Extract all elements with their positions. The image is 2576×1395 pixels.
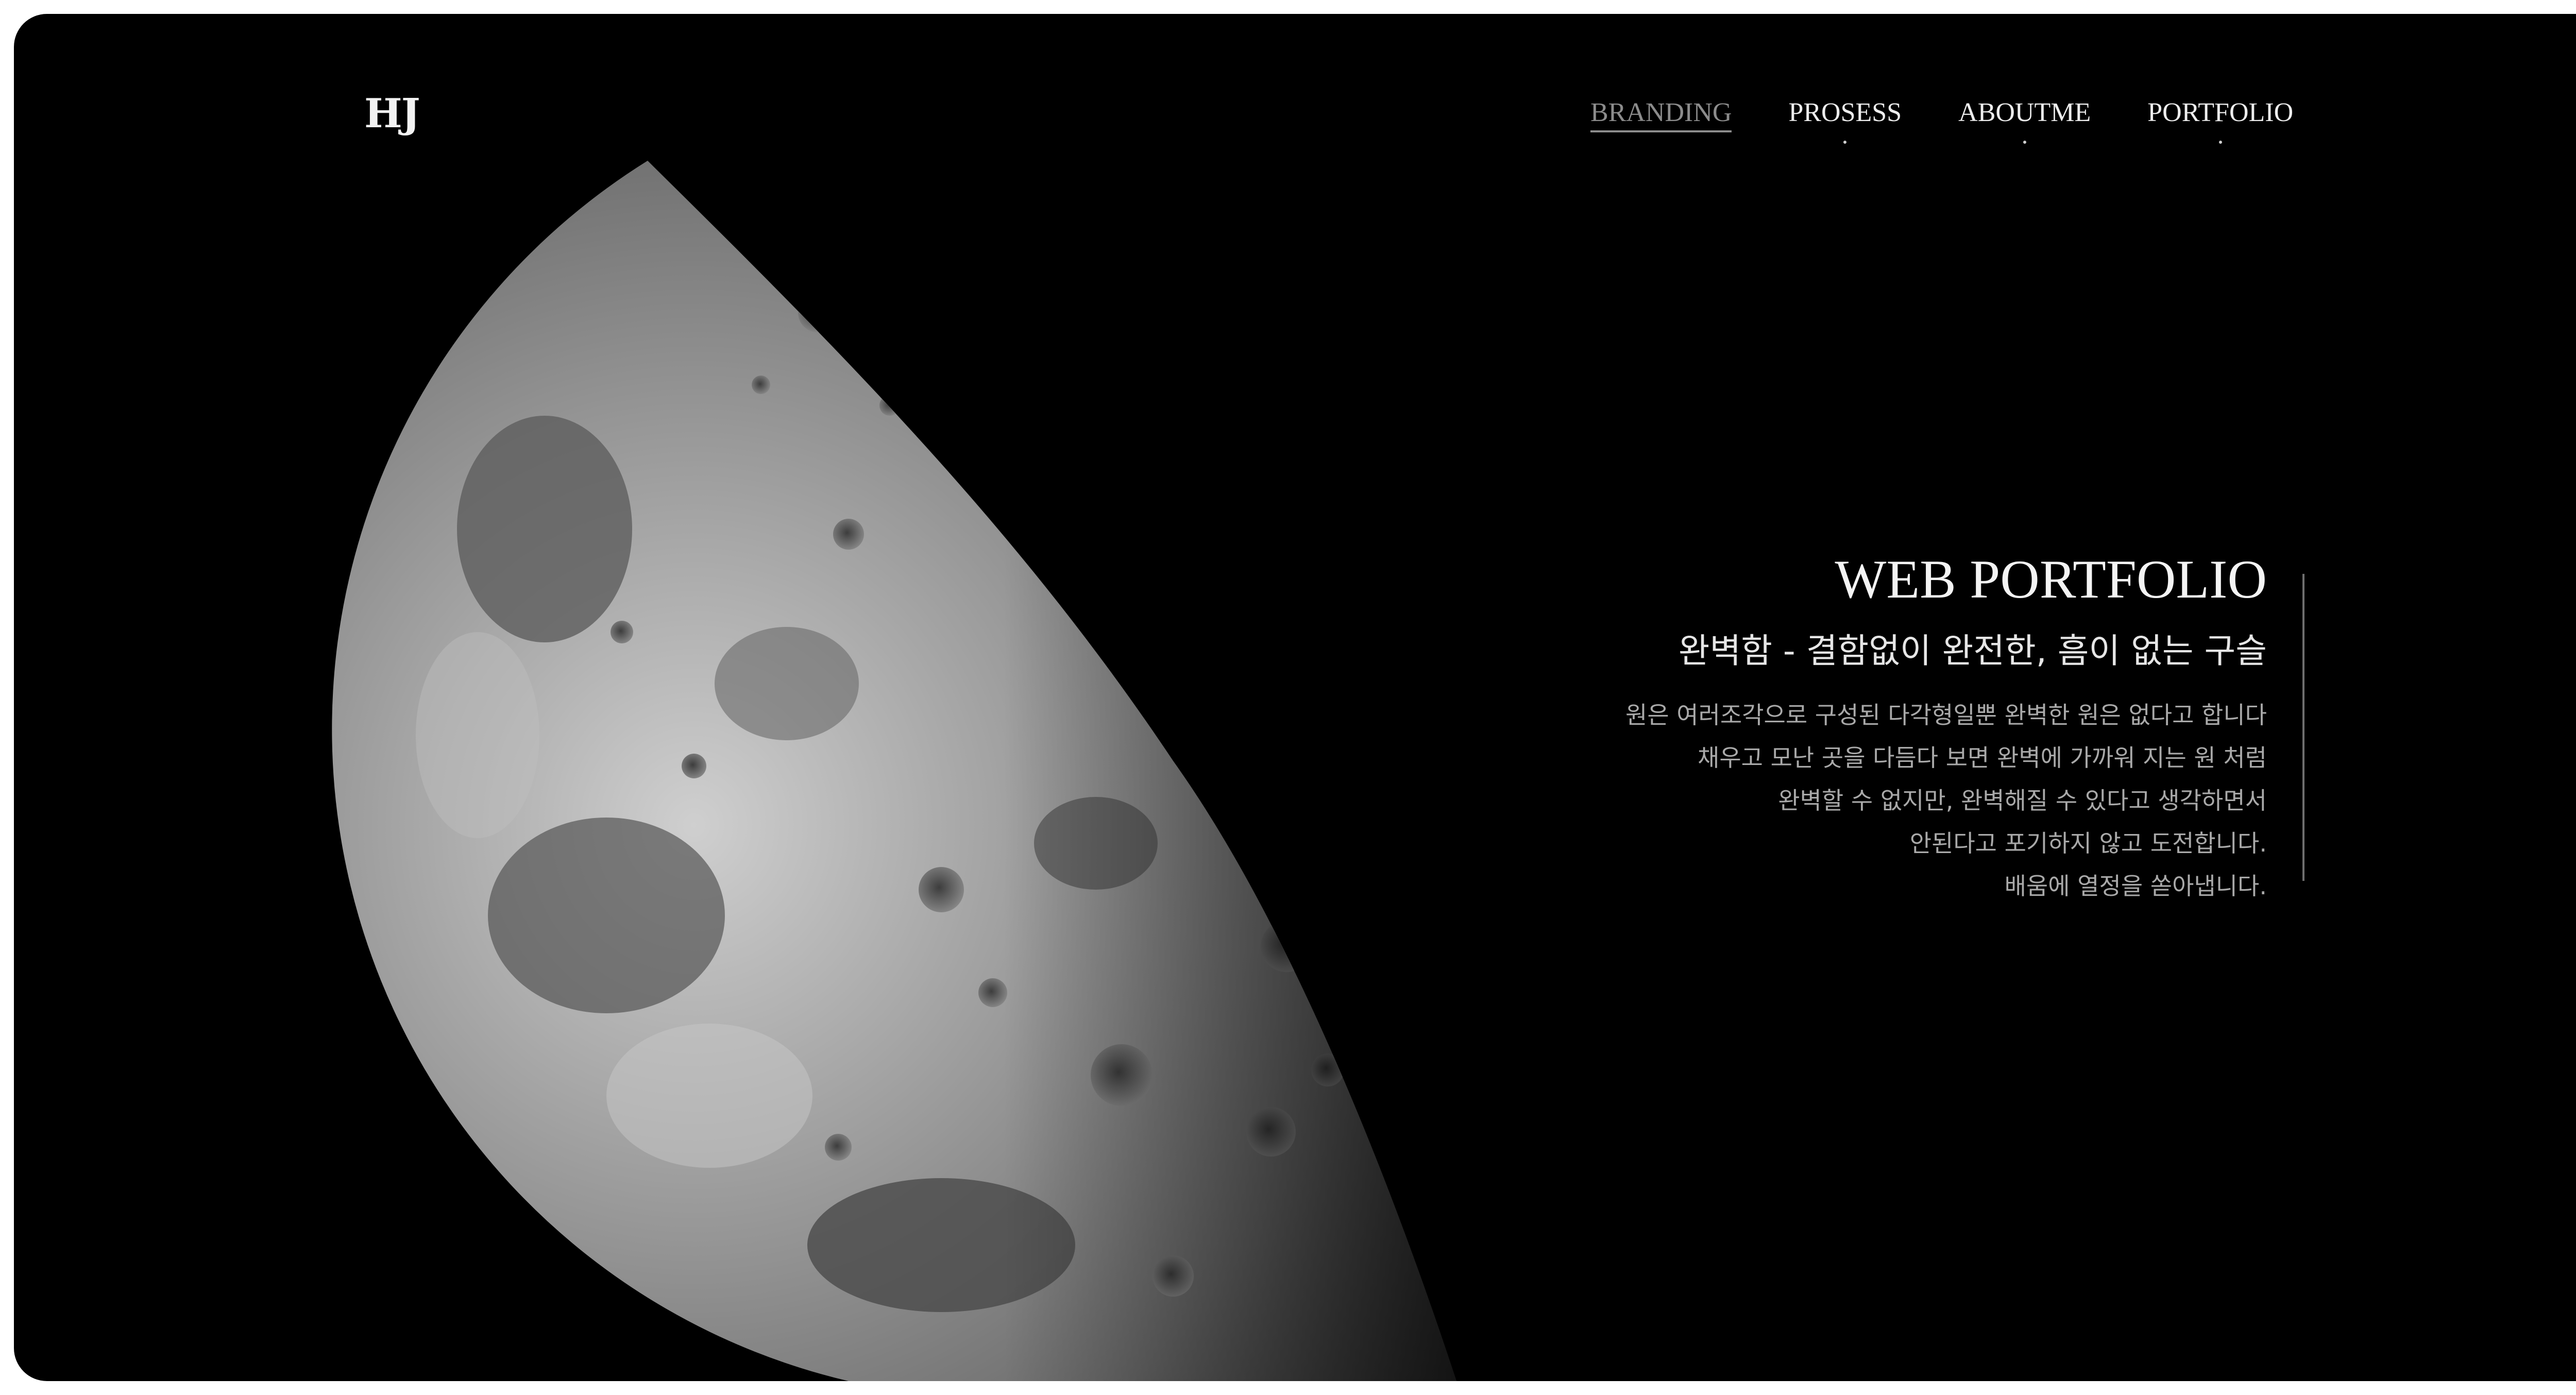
nav-item-prosess[interactable]: PROSESS (1788, 98, 1902, 144)
nav-dot-indicator (2023, 141, 2026, 144)
logo[interactable]: HJ (364, 90, 420, 137)
nav-item-label: BRANDING (1590, 98, 1732, 127)
description-line: 배움에 열정을 쏟아냅니다. (2004, 872, 2267, 900)
description-line: 원은 여러조각으로 구성된 다각형일뿐 완벽한 원은 없다고 합니다 (1625, 701, 2267, 729)
nav-item-label: PROSESS (1788, 98, 1902, 127)
nav-item-branding[interactable]: BRANDING (1590, 99, 1732, 132)
nav-dot-indicator (1843, 141, 1847, 144)
description-line: 안된다고 포기하지 않고 도전합니다. (1909, 829, 2267, 857)
hero-description: 원은 여러조각으로 구성된 다각형일뿐 완벽한 원은 없다고 합니다 채우고 모… (1391, 694, 2267, 908)
nav-item-label: ABOUTME (1958, 98, 2091, 127)
nav-item-portfolio[interactable]: PORTFOLIO (2147, 98, 2294, 144)
hero-frame: HJ BRANDING PROSESS ABOUTME PORTFOLIO WE… (14, 14, 2576, 1381)
main-nav: BRANDING PROSESS ABOUTME PORTFOLIO (1590, 98, 2294, 144)
description-line: 완벽할 수 없지만, 완벽해질 수 있다고 생각하면서 (1778, 786, 2267, 814)
hero-subtitle: 완벽함 - 결함없이 완전한, 흠이 없는 구슬 (1678, 631, 2267, 671)
nav-item-aboutme[interactable]: ABOUTME (1958, 98, 2091, 144)
description-line: 채우고 모난 곳을 다듬다 보면 완벽에 가까워 지는 원 처럼 (1698, 743, 2267, 772)
hero-intro: WEB PORTFOLIO 완벽함 - 결함없이 완전한, 흠이 없는 구슬 원… (1391, 549, 2267, 908)
vertical-divider (2302, 574, 2304, 881)
nav-dot-indicator (2218, 141, 2222, 144)
page-title: WEB PORTFOLIO (1835, 549, 2267, 609)
nav-item-label: PORTFOLIO (2147, 98, 2294, 127)
